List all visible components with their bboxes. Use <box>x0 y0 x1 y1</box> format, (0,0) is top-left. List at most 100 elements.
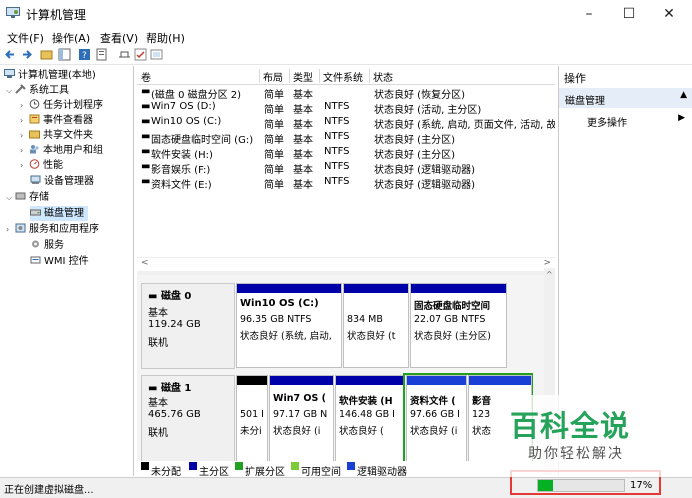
scroll-left-icon[interactable]: < <box>141 258 149 268</box>
connect-icon[interactable] <box>118 48 131 61</box>
volume-row[interactable]: ▬ Win7 OS (D:) 简单 基本 NTFS 状态良好 (活动, 主分区) <box>137 100 555 116</box>
partition-status: 状态 <box>472 426 492 437</box>
view-icon[interactable] <box>150 48 163 61</box>
tree-item-event-viewer[interactable]: › 事件查看器 <box>20 113 93 128</box>
disk1-info[interactable]: ▬ 磁盘 1 基本 465.76 GB 联机 <box>141 375 235 465</box>
scroll-right-icon[interactable]: > <box>543 258 551 268</box>
volume-icon: ▬ <box>141 161 151 172</box>
volume-name: 资料文件 (E:) <box>151 180 212 191</box>
volume-type: 基本 <box>293 150 313 161</box>
disk0-partition-c[interactable]: Win10 OS (C:) 96.35 GB NTFS 状态良好 (系统, 启动… <box>236 283 342 368</box>
col-volume[interactable]: 卷 <box>141 69 260 84</box>
disk1-partition-d[interactable]: Win7 OS ( 97.17 GB N 状态良好 (i <box>269 375 334 463</box>
menu-action[interactable]: 操作(A) <box>52 30 90 46</box>
partition-size: 96.35 GB NTFS <box>240 314 312 325</box>
col-status[interactable]: 状态 <box>373 69 553 84</box>
col-filesystem[interactable]: 文件系统 <box>323 69 370 84</box>
volume-fs: NTFS <box>324 146 350 157</box>
chevron-down-icon[interactable]: ⌵ <box>6 190 15 205</box>
more-actions-item[interactable]: 更多操作 ▶ <box>559 110 692 130</box>
partition-status: 状态良好 (主分区) <box>414 331 491 342</box>
volume-row[interactable]: ▬ 影音娱乐 (F:) 简单 基本 NTFS 状态良好 (逻辑驱动器) <box>137 160 555 176</box>
show-hide-tree-icon[interactable] <box>58 48 71 61</box>
tree-item-storage[interactable]: ⌵ 存储 <box>6 190 49 205</box>
partition-size: 834 MB <box>347 314 383 325</box>
tree-item-wmi[interactable]: WMI 控件 <box>30 254 89 269</box>
tree-item-task-scheduler[interactable]: › 任务计划程序 <box>20 98 103 113</box>
partition-size: 22.07 GB NTFS <box>414 314 486 325</box>
forward-icon[interactable] <box>20 48 33 61</box>
chevron-right-icon[interactable]: › <box>6 222 15 237</box>
up-folder-icon[interactable] <box>40 48 53 61</box>
tree-item-device-manager[interactable]: 设备管理器 <box>30 174 94 189</box>
disk0-partition-recovery[interactable]: 834 MB 状态良好 (t <box>343 283 409 368</box>
watermark: 百科全说 助你轻松解决 <box>492 395 692 477</box>
tree-item-label: 设备管理器 <box>44 176 94 187</box>
disk1-partition-h[interactable]: 软件安装 (H 146.48 GB I 状态良好 ( <box>335 375 404 463</box>
properties-icon[interactable] <box>95 48 108 61</box>
computer-management-window: 计算机管理 – ☐ ✕ 文件(F) 操作(A) 查看(V) 帮助(H) ? 计算… <box>0 0 692 498</box>
collapse-icon[interactable]: ▲ <box>680 90 687 100</box>
partition-bar <box>407 376 466 385</box>
chevron-right-icon[interactable]: › <box>20 128 29 143</box>
disk1-size: 465.76 GB <box>148 409 201 420</box>
disk-icon: ▬ <box>148 383 161 394</box>
maximize-button[interactable]: ☐ <box>614 4 644 24</box>
menu-help[interactable]: 帮助(H) <box>146 30 185 46</box>
scroll-up-icon[interactable]: ^ <box>546 270 553 279</box>
tree-item-system-tools[interactable]: ⌵ 系统工具 <box>6 83 69 98</box>
disk-icon: ▬ <box>148 291 161 302</box>
menu-view[interactable]: 查看(V) <box>100 30 138 46</box>
volume-layout: 简单 <box>264 90 284 101</box>
volume-layout: 简单 <box>264 165 284 176</box>
volume-row[interactable]: ▬ 软件安装 (H:) 简单 基本 NTFS 状态良好 (主分区) <box>137 145 555 161</box>
tree-item-services-apps[interactable]: › 服务和应用程序 <box>6 222 99 237</box>
chevron-right-icon[interactable]: › <box>20 143 29 158</box>
tree-item-disk-management[interactable]: 磁盘管理 <box>30 206 88 221</box>
minimize-button[interactable]: – <box>574 4 604 24</box>
col-layout[interactable]: 布局 <box>263 69 290 84</box>
col-type[interactable]: 类型 <box>293 69 320 84</box>
menu-file[interactable]: 文件(F) <box>7 30 44 46</box>
volume-row[interactable]: ▬ 固态硬盘临时空间 (G:) 简单 基本 NTFS 状态良好 (主分区) <box>137 130 555 146</box>
chevron-right-icon[interactable]: › <box>20 158 29 173</box>
chevron-down-icon[interactable]: ⌵ <box>6 83 15 98</box>
disk0-info[interactable]: ▬ 磁盘 0 基本 119.24 GB 联机 <box>141 283 235 369</box>
volume-name: 影音娱乐 (F:) <box>151 165 211 176</box>
volume-type: 基本 <box>293 90 313 101</box>
partition-bar <box>237 376 267 385</box>
gear-icon <box>32 240 39 248</box>
volume-row[interactable]: ▬ 资料文件 (E:) 简单 基本 NTFS 状态良好 (逻辑驱动器) <box>137 175 555 191</box>
volume-status: 状态良好 (系统, 启动, 页面文件, 活动, 故 <box>374 120 555 131</box>
more-actions-label: 更多操作 <box>587 118 627 129</box>
volume-list-hscroll[interactable]: < > <box>137 257 555 272</box>
legend-extended: 扩展分区 <box>235 462 285 478</box>
tree-item-performance[interactable]: › 性能 <box>20 158 63 173</box>
help-icon[interactable]: ? <box>78 48 91 61</box>
tree-item-computer-management[interactable]: 计算机管理(本地) <box>4 68 96 83</box>
clock-icon <box>29 99 40 109</box>
tree-item-shared-folders[interactable]: › 共享文件夹 <box>20 128 93 143</box>
volume-icon: ▬ <box>141 176 151 187</box>
tree-item-local-users[interactable]: › 本地用户和组 <box>20 143 103 158</box>
volume-type: 基本 <box>293 165 313 176</box>
chevron-right-icon[interactable]: › <box>20 113 29 128</box>
volume-fs: NTFS <box>324 101 350 112</box>
partition-bar <box>411 284 506 293</box>
legend-swatch <box>189 462 197 470</box>
tree-item-services[interactable]: 服务 <box>30 238 64 253</box>
disk1-partition-unallocated[interactable]: 501 I 未分i <box>236 375 268 463</box>
partition-name: 软件安装 (H <box>339 396 393 407</box>
tree-item-label: 服务 <box>44 240 64 251</box>
actions-section-disk-management[interactable]: 磁盘管理 ▲ <box>559 88 692 108</box>
volume-row[interactable]: ▬ (磁盘 0 磁盘分区 2) 简单 基本 状态良好 (恢复分区) <box>137 85 555 101</box>
disk0-partition-g[interactable]: 固态硬盘临时空间 22.07 GB NTFS 状态良好 (主分区) <box>410 283 507 368</box>
back-icon[interactable] <box>4 48 17 61</box>
chevron-right-icon[interactable]: › <box>20 98 29 113</box>
volume-row[interactable]: ▬ Win10 OS (C:) 简单 基本 NTFS 状态良好 (系统, 启动,… <box>137 115 555 131</box>
check-icon[interactable] <box>134 48 147 61</box>
close-button[interactable]: ✕ <box>654 4 684 24</box>
disk1-partition-e[interactable]: 资料文件 ( 97.66 GB I 状态良好 (i <box>406 375 467 463</box>
disk0-size: 119.24 GB <box>148 319 201 330</box>
volume-type: 基本 <box>293 105 313 116</box>
